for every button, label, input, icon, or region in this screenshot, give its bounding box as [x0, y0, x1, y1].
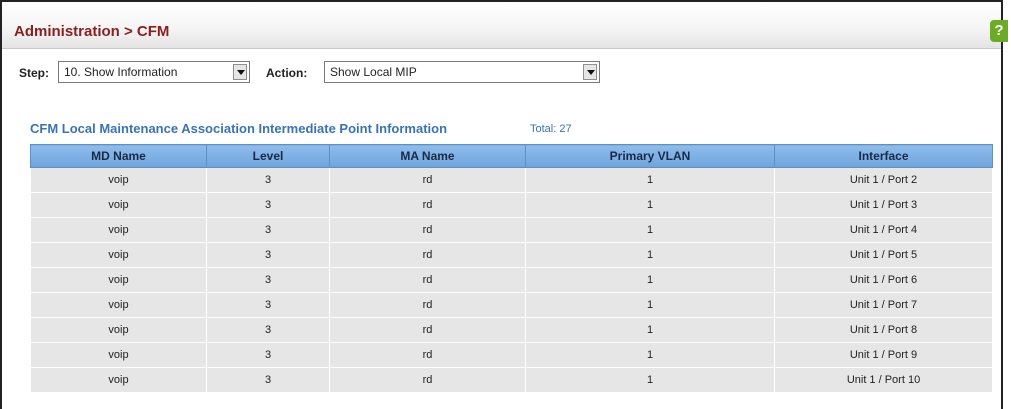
cell-md-name: voip — [30, 292, 207, 318]
cell-level: 3 — [206, 167, 330, 193]
cell-interface: Unit 1 / Port 5 — [774, 242, 993, 268]
cell-md-name: voip — [30, 317, 207, 343]
column-header-ma-name[interactable]: MA Name — [329, 144, 526, 168]
cell-interface: Unit 1 / Port 4 — [774, 217, 993, 243]
cell-md-name: voip — [30, 342, 207, 368]
chevron-down-icon[interactable] — [583, 64, 597, 80]
cell-level: 3 — [206, 367, 330, 393]
action-label: Action: — [266, 66, 308, 80]
step-label: Step: — [19, 66, 49, 80]
total-count: Total: 27 — [530, 123, 572, 135]
cell-primary-vlan: 1 — [525, 242, 775, 268]
cell-ma-name: rd — [329, 267, 526, 293]
cell-ma-name: rd — [329, 167, 526, 193]
cell-md-name: voip — [30, 192, 207, 218]
cell-level: 3 — [206, 342, 330, 368]
page-header: Administration > CFM ? — [2, 2, 1008, 49]
cell-interface: Unit 1 / Port 3 — [774, 192, 993, 218]
breadcrumb: Administration > CFM — [14, 23, 170, 40]
action-select[interactable]: Show Local MIP — [324, 61, 600, 83]
cell-primary-vlan: 1 — [525, 342, 775, 368]
cell-primary-vlan: 1 — [525, 317, 775, 343]
column-header-interface[interactable]: Interface — [774, 144, 993, 168]
step-select[interactable]: 10. Show Information — [58, 61, 250, 83]
column-header-primary-vlan[interactable]: Primary VLAN — [525, 144, 775, 168]
table-row[interactable]: voip 3rd 1 Unit 1 / Port 9 — [30, 342, 993, 368]
cell-ma-name: rd — [329, 342, 526, 368]
cell-ma-name: rd — [329, 292, 526, 318]
cell-md-name: voip — [30, 167, 207, 193]
table-header-row: MD Name Level MA Name Primary VLAN Inter… — [30, 144, 993, 168]
cell-interface: Unit 1 / Port 2 — [774, 167, 993, 193]
cell-ma-name: rd — [329, 317, 526, 343]
chevron-down-icon[interactable] — [233, 64, 247, 80]
table-row[interactable]: voip 3rd 1 Unit 1 / Port 2 — [30, 167, 993, 193]
column-header-md-name[interactable]: MD Name — [30, 144, 207, 168]
cell-primary-vlan: 1 — [525, 367, 775, 393]
column-header-level[interactable]: Level — [206, 144, 330, 168]
table-body: voip 3rd 1 Unit 1 / Port 2 voip 3rd 1 Unit 1 / … — [30, 167, 993, 393]
table-row[interactable]: voip 3rd 1 Unit 1 / Port 4 — [30, 217, 993, 243]
cell-interface: Unit 1 / Port 7 — [774, 292, 993, 318]
cell-primary-vlan: 1 — [525, 217, 775, 243]
cell-interface: Unit 1 / Port 8 — [774, 317, 993, 343]
table-row[interactable]: voip 3rd 1 Unit 1 / Port 6 — [30, 267, 993, 293]
action-select-value: Show Local MIP — [330, 65, 417, 79]
table-row[interactable]: voip 3rd 1 Unit 1 / Port 5 — [30, 242, 993, 268]
cell-md-name: voip — [30, 367, 207, 393]
cell-level: 3 — [206, 217, 330, 243]
cell-level: 3 — [206, 192, 330, 218]
table-row[interactable]: voip 3rd 1 Unit 1 / Port 10 — [30, 367, 993, 393]
cell-level: 3 — [206, 317, 330, 343]
table-row[interactable]: voip 3rd 1 Unit 1 / Port 7 — [30, 292, 993, 318]
help-icon[interactable]: ? — [990, 20, 1008, 42]
cell-ma-name: rd — [329, 367, 526, 393]
cell-primary-vlan: 1 — [525, 167, 775, 193]
cell-interface: Unit 1 / Port 6 — [774, 267, 993, 293]
cell-ma-name: rd — [329, 217, 526, 243]
cell-primary-vlan: 1 — [525, 292, 775, 318]
table-row[interactable]: voip 3rd 1 Unit 1 / Port 3 — [30, 192, 993, 218]
cell-ma-name: rd — [329, 192, 526, 218]
cell-ma-name: rd — [329, 242, 526, 268]
cell-interface: Unit 1 / Port 9 — [774, 342, 993, 368]
cell-md-name: voip — [30, 267, 207, 293]
cell-level: 3 — [206, 292, 330, 318]
cell-interface: Unit 1 / Port 10 — [774, 367, 993, 393]
cell-level: 3 — [206, 267, 330, 293]
cell-level: 3 — [206, 242, 330, 268]
cell-primary-vlan: 1 — [525, 192, 775, 218]
cell-primary-vlan: 1 — [525, 267, 775, 293]
step-select-value: 10. Show Information — [64, 65, 178, 79]
table-row[interactable]: voip 3rd 1 Unit 1 / Port 8 — [30, 317, 993, 343]
cell-md-name: voip — [30, 242, 207, 268]
cell-md-name: voip — [30, 217, 207, 243]
section-title: CFM Local Maintenance Association Interm… — [30, 121, 448, 136]
mip-table: MD Name Level MA Name Primary VLAN Inter… — [30, 144, 993, 393]
